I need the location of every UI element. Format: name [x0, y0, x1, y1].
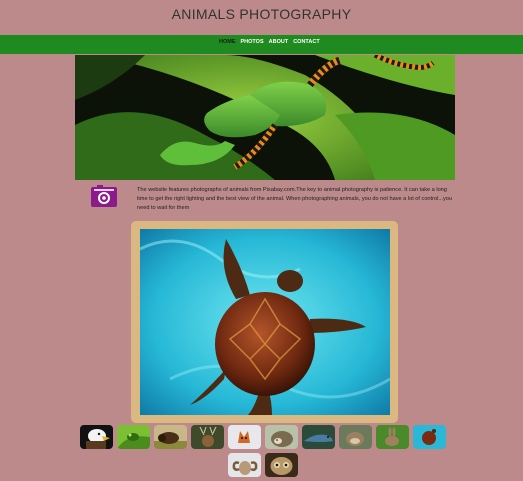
thumbnail-fox[interactable] [228, 425, 261, 449]
thumbnail-frog[interactable] [117, 425, 150, 449]
thumbnail-ram[interactable] [228, 453, 261, 477]
nav-link-photos[interactable]: PHOTOS [241, 39, 264, 45]
thumbnail-deer[interactable] [191, 425, 224, 449]
navbar: HOME PHOTOS ABOUT CONTACT [0, 35, 523, 54]
thumbnail-strip [74, 425, 452, 477]
thumbnail-hedgehog[interactable] [265, 425, 298, 449]
site-title: ANIMALS PHOTOGRAPHY [171, 6, 352, 22]
nav-links: HOME PHOTOS ABOUT CONTACT [219, 39, 320, 45]
thumbnail-owl[interactable] [265, 453, 298, 477]
hero-image-tree-frog [75, 55, 455, 180]
nav-link-contact[interactable]: CONTACT [293, 39, 319, 45]
thumbnail-lizard[interactable] [302, 425, 335, 449]
featured-photo-frame [131, 221, 398, 423]
thumbnail-turtle[interactable] [413, 425, 446, 449]
featured-photo-sea-turtle [140, 229, 390, 415]
thumbnail-bison[interactable] [154, 425, 187, 449]
camera-icon [90, 184, 118, 208]
thumbnail-otter[interactable] [339, 425, 372, 449]
nav-link-about[interactable]: ABOUT [269, 39, 289, 45]
thumbnail-eagle[interactable] [80, 425, 113, 449]
nav-link-home[interactable]: HOME [219, 39, 236, 45]
thumbnail-rabbit[interactable] [376, 425, 409, 449]
intro-text: The website features photographs of anim… [137, 187, 452, 211]
